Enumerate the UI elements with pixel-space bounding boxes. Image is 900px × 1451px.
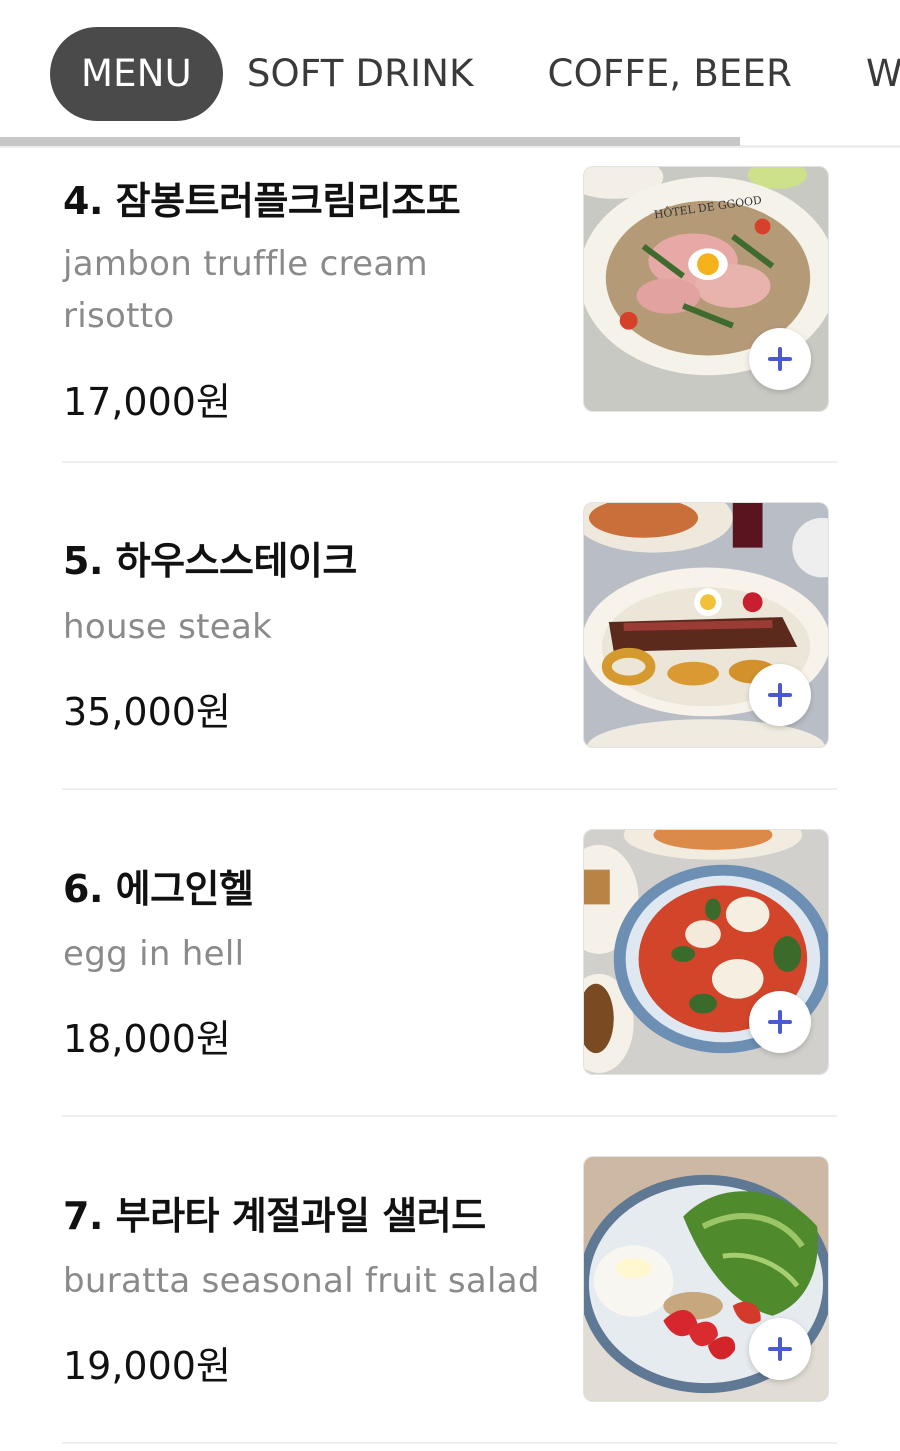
menu-item-description: house steak: [63, 607, 273, 647]
item-divider: [62, 1115, 837, 1117]
add-to-cart-button[interactable]: [749, 328, 811, 390]
category-tabs: MENU SOFT DRINK COFFE, BEER W: [50, 27, 900, 121]
plus-icon-stem: [778, 1010, 782, 1034]
add-to-cart-button[interactable]: [749, 664, 811, 726]
menu-item-price: 35,000원: [63, 690, 231, 734]
tab-soft-drink[interactable]: SOFT DRINK: [235, 27, 486, 121]
menu-item-description: jambon truffle cream risotto: [63, 244, 428, 336]
add-to-cart-button[interactable]: [749, 991, 811, 1053]
menu-item-name: 4. 잠봉트러플크림리조또: [63, 179, 461, 223]
plus-icon-stem: [778, 347, 782, 371]
menu-item-price: 19,000원: [63, 1344, 231, 1388]
tab-coffee-beer[interactable]: COFFE, BEER: [536, 27, 804, 121]
menu-item-price: 18,000원: [63, 1017, 231, 1061]
tab-scrollbar[interactable]: [0, 137, 740, 146]
item-divider: [62, 461, 837, 463]
add-to-cart-button[interactable]: [749, 1318, 811, 1380]
item-divider: [62, 788, 837, 790]
menu-item-name: 7. 부라타 계절과일 샐러드: [63, 1194, 486, 1238]
menu-item-name: 6. 에그인헬: [63, 867, 254, 911]
plus-icon-stem: [778, 683, 782, 707]
tab-next-partial[interactable]: W: [854, 27, 900, 121]
menu-item-name: 5. 하우스스테이크: [63, 539, 357, 583]
plus-icon-stem: [778, 1337, 782, 1361]
menu-item-description: egg in hell: [63, 934, 245, 974]
menu-item-price: 17,000원: [63, 380, 231, 424]
category-tab-bar: MENU SOFT DRINK COFFE, BEER W: [0, 0, 900, 148]
item-divider: [62, 1442, 837, 1444]
tab-menu[interactable]: MENU: [50, 27, 223, 121]
menu-item-description: buratta seasonal fruit salad: [63, 1261, 540, 1301]
